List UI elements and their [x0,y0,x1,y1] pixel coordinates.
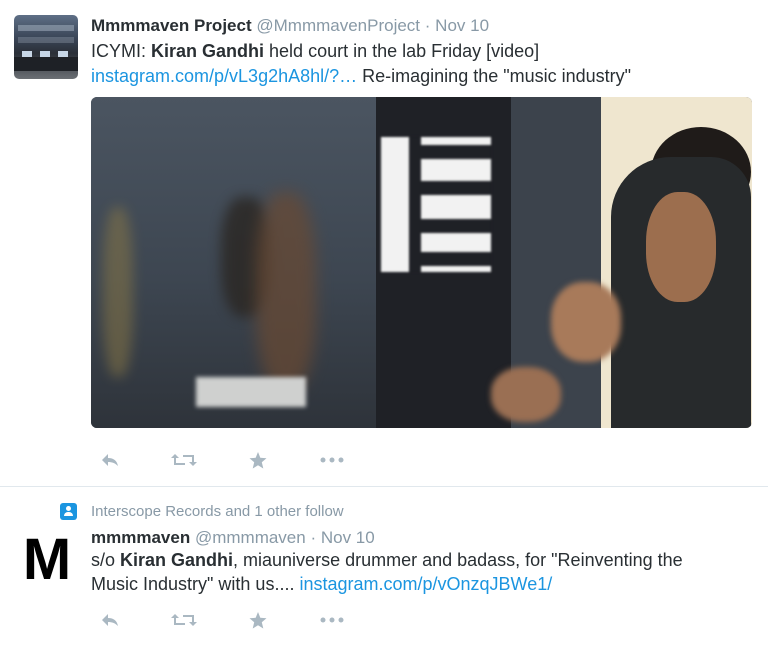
avatar[interactable]: M [14,527,78,592]
text-segment: ICYMI: [91,41,152,61]
tweet-link[interactable]: instagram.com/p/vL3g2hA8hl/?… [91,66,357,86]
tweet-text-line: Music Industry" with us.... instagram.co… [91,572,552,596]
mention-bold: Kiran Gandhi [151,41,265,61]
reply-icon[interactable] [91,449,129,471]
tweet-link[interactable]: instagram.com/p/vOnzqJBWe1/ [299,574,552,594]
text-segment: , miauniverse drummer and badass, for "R… [233,550,683,570]
user-handle[interactable]: @mmmmaven [195,528,306,547]
text-segment: held court in the lab Friday [video] [264,41,540,61]
user-handle[interactable]: @MmmmavenProject [256,16,420,35]
logo-sign [381,137,491,272]
tweet-timestamp[interactable]: · Nov 10 [425,16,489,35]
tweet-actions [91,609,387,631]
tweet-header: Mmmmaven Project @MmmmavenProject · Nov … [91,16,489,36]
text-segment: Music Industry" with us.... [91,574,300,594]
tweet-actions [91,449,387,471]
social-context[interactable]: Interscope Records and 1 other follow [60,503,344,520]
tweet-text-line: instagram.com/p/vL3g2hA8hl/?… Re-imagini… [91,64,631,88]
tweet-text-line: s/o Kiran Gandhi, miauniverse drummer an… [91,548,683,572]
text-segment: Re-imagining the "music industry" [357,66,632,86]
video-thumbnail[interactable] [91,97,752,428]
user-name[interactable]: Mmmmaven Project [91,16,252,35]
tweet-header: mmmmaven @mmmmaven · Nov 10 [91,528,375,548]
user-name[interactable]: mmmmaven [91,528,190,547]
tweet[interactable]: Interscope Records and 1 other follow M … [0,487,768,645]
tweet-text-line: ICYMI: Kiran Gandhi held court in the la… [91,39,539,63]
tweet[interactable]: Mmmmaven Project @MmmmavenProject · Nov … [0,0,768,486]
avatar[interactable] [14,15,78,79]
text-segment: s/o [91,550,121,570]
tweet-timestamp[interactable]: · Nov 10 [310,528,374,547]
social-context-text: Interscope Records and 1 other follow [91,503,344,520]
retweet-icon[interactable] [165,449,203,471]
user-icon [60,503,77,520]
favorite-icon[interactable] [239,609,277,631]
favorite-icon[interactable] [239,449,277,471]
retweet-icon[interactable] [165,609,203,631]
more-icon[interactable] [313,609,351,631]
mention-bold: Kiran Gandhi [120,550,234,570]
reply-icon[interactable] [91,609,129,631]
more-icon[interactable] [313,449,351,471]
